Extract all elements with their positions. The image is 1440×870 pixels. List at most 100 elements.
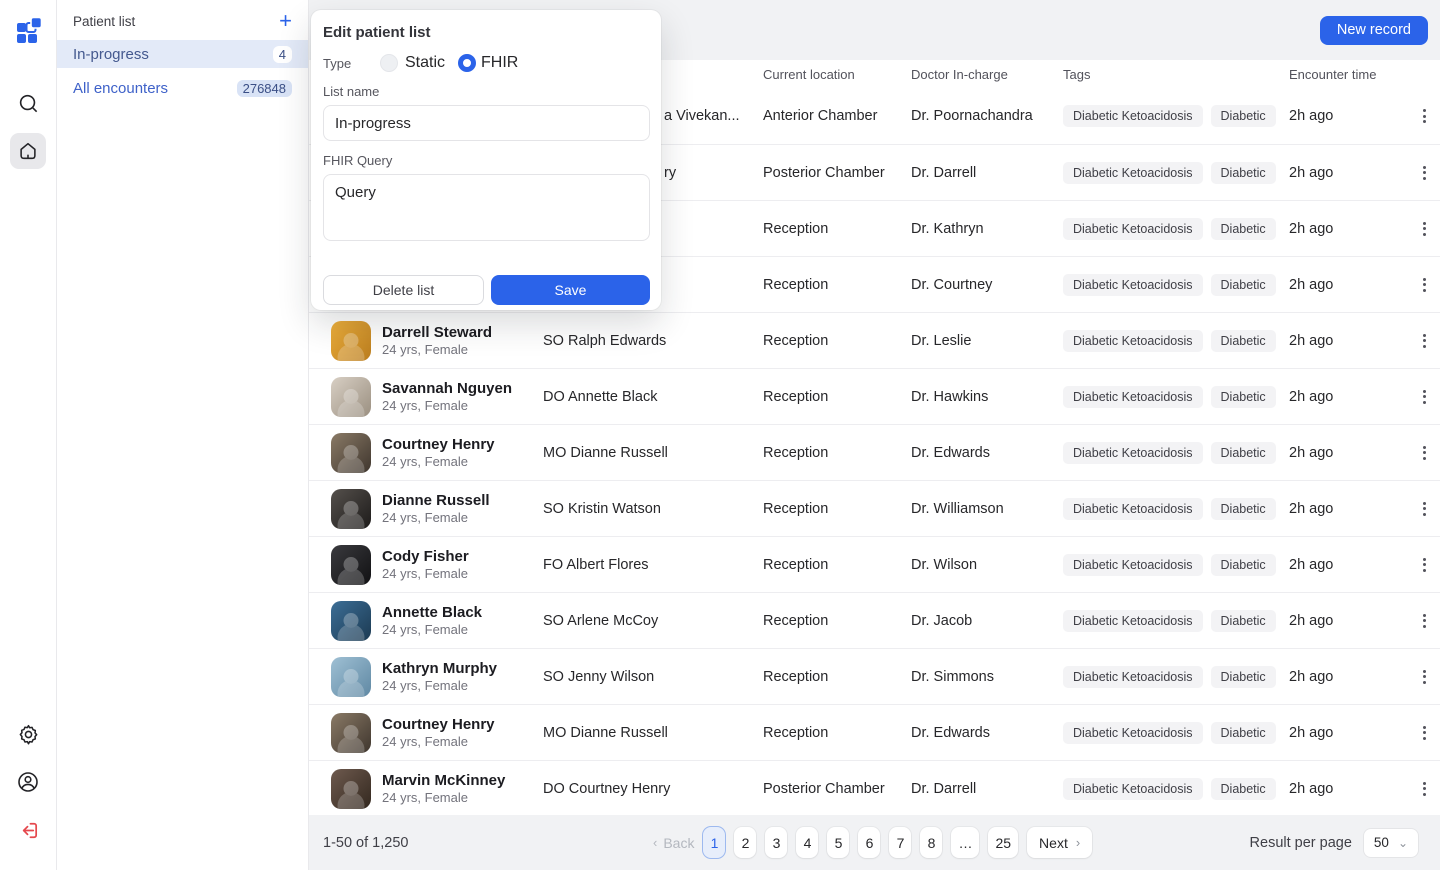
list-name-input[interactable] [323, 105, 650, 141]
tag-badge: Diabetic [1211, 274, 1276, 296]
doctor-in-charge: Dr. Courtney [911, 277, 1063, 293]
app-logo-icon[interactable] [12, 14, 44, 51]
pager: ‹Back 12345678 … 25 Next› [653, 827, 1092, 858]
page-button-1[interactable]: 1 [703, 827, 725, 858]
radio-fhir[interactable] [458, 54, 476, 72]
encounter-time: 2h ago [1289, 165, 1411, 181]
tags-cell: Diabetic KetoacidosisDiabetic [1063, 330, 1289, 352]
patient-name: Courtney Henry [382, 716, 495, 735]
row-menu-icon[interactable] [1415, 553, 1433, 577]
table-row[interactable]: Savannah Nguyen 24 yrs, Female DO Annett… [309, 368, 1440, 424]
table-row[interactable]: Marvin McKinney 24 yrs, Female DO Courtn… [309, 760, 1440, 816]
list-item-label: In-progress [73, 46, 149, 63]
row-menu-icon[interactable] [1415, 329, 1433, 353]
page-button-8[interactable]: 8 [920, 827, 942, 858]
new-record-button[interactable]: New record [1320, 16, 1428, 45]
patient-name: Annette Black [382, 604, 482, 623]
avatar [331, 657, 371, 697]
row-menu-icon[interactable] [1415, 609, 1433, 633]
page-button-4[interactable]: 4 [796, 827, 818, 858]
row-menu-icon[interactable] [1415, 104, 1433, 128]
row-menu-icon[interactable] [1415, 721, 1433, 745]
current-location: Posterior Chamber [763, 165, 911, 181]
tag-badge: Diabetic Ketoacidosis [1063, 666, 1203, 688]
logout-icon[interactable] [10, 812, 46, 848]
app: Patient list + In-progress 4 All encount… [0, 0, 1440, 870]
current-location: Reception [763, 669, 911, 685]
row-menu-icon[interactable] [1415, 441, 1433, 465]
page-size-select[interactable]: 50 ⌄ [1364, 829, 1418, 857]
page-button-6[interactable]: 6 [858, 827, 880, 858]
page-button-7[interactable]: 7 [889, 827, 911, 858]
page-button-25[interactable]: 25 [988, 827, 1018, 858]
next-button[interactable]: Next› [1027, 827, 1092, 858]
current-location: Reception [763, 333, 911, 349]
doctor-in-charge: Dr. Wilson [911, 557, 1063, 573]
row-menu-icon[interactable] [1415, 665, 1433, 689]
table-row[interactable]: Courtney Henry 24 yrs, Female MO Dianne … [309, 424, 1440, 480]
row-menu-icon[interactable] [1415, 273, 1433, 297]
patient-meta: 24 yrs, Female [382, 398, 512, 413]
encounter-time: 2h ago [1289, 613, 1411, 629]
home-icon[interactable] [10, 133, 46, 169]
table-row[interactable]: Annette Black 24 yrs, Female SO Arlene M… [309, 592, 1440, 648]
avatar [331, 545, 371, 585]
patient-meta: 24 yrs, Female [382, 790, 505, 805]
tags-cell: Diabetic KetoacidosisDiabetic [1063, 274, 1289, 296]
patient-meta: 24 yrs, Female [382, 454, 495, 469]
patient-name: Darrell Steward [382, 324, 492, 343]
row-menu-icon[interactable] [1415, 161, 1433, 185]
doctor-in-charge: Dr. Edwards [911, 725, 1063, 741]
current-location: Reception [763, 557, 911, 573]
tag-badge: Diabetic [1211, 666, 1276, 688]
table-row[interactable]: Courtney Henry 24 yrs, Female MO Dianne … [309, 704, 1440, 760]
row-menu-icon[interactable] [1415, 497, 1433, 521]
attender-name: DO Courtney Henry [543, 781, 763, 797]
patient-meta: 24 yrs, Female [382, 678, 497, 693]
profile-icon[interactable] [10, 764, 46, 800]
table-row[interactable]: Darrell Steward 24 yrs, Female SO Ralph … [309, 312, 1440, 368]
current-location: Anterior Chamber [763, 108, 911, 124]
list-name-label: List name [323, 84, 650, 99]
tag-badge: Diabetic Ketoacidosis [1063, 722, 1203, 744]
encounter-time: 2h ago [1289, 781, 1411, 797]
encounter-time: 2h ago [1289, 389, 1411, 405]
save-button[interactable]: Save [491, 275, 650, 305]
page-button-2[interactable]: 2 [734, 827, 756, 858]
back-button[interactable]: ‹Back [653, 835, 694, 851]
avatar [331, 769, 371, 809]
chevron-down-icon: ⌄ [1398, 836, 1408, 850]
page-button-5[interactable]: 5 [827, 827, 849, 858]
tag-badge: Diabetic [1211, 442, 1276, 464]
add-list-icon[interactable]: + [279, 12, 292, 30]
page-ellipsis[interactable]: … [951, 827, 979, 858]
fhir-query-textarea[interactable]: Query [323, 174, 650, 241]
attender-name: SO Arlene McCoy [543, 613, 763, 629]
avatar [331, 321, 371, 361]
tag-badge: Diabetic [1211, 778, 1276, 800]
tags-cell: Diabetic KetoacidosisDiabetic [1063, 554, 1289, 576]
table-row[interactable]: Cody Fisher 24 yrs, Female FO Albert Flo… [309, 536, 1440, 592]
table-row[interactable]: Kathryn Murphy 24 yrs, Female SO Jenny W… [309, 648, 1440, 704]
delete-list-button[interactable]: Delete list [323, 275, 484, 305]
settings-gear-icon[interactable] [10, 716, 46, 752]
tag-badge: Diabetic Ketoacidosis [1063, 386, 1203, 408]
col-header-tags: Tags [1063, 67, 1289, 82]
attender-name: SO Ralph Edwards [543, 333, 763, 349]
table-row[interactable]: Dianne Russell 24 yrs, Female SO Kristin… [309, 480, 1440, 536]
page-button-3[interactable]: 3 [765, 827, 787, 858]
row-menu-icon[interactable] [1415, 777, 1433, 801]
sidebar-item-in-progress[interactable]: In-progress 4 [57, 40, 308, 68]
tag-badge: Diabetic Ketoacidosis [1063, 442, 1203, 464]
list-item-count: 4 [273, 46, 292, 63]
row-menu-icon[interactable] [1415, 217, 1433, 241]
search-icon[interactable] [10, 85, 46, 121]
tags-cell: Diabetic KetoacidosisDiabetic [1063, 386, 1289, 408]
radio-static-label[interactable]: Static [405, 54, 445, 72]
sidebar-item-all-encounters[interactable]: All encounters 276848 [57, 74, 308, 102]
radio-static[interactable] [380, 54, 398, 72]
row-menu-icon[interactable] [1415, 385, 1433, 409]
radio-fhir-label[interactable]: FHIR [481, 54, 518, 72]
current-location: Reception [763, 613, 911, 629]
attender-name: MO Dianne Russell [543, 725, 763, 741]
